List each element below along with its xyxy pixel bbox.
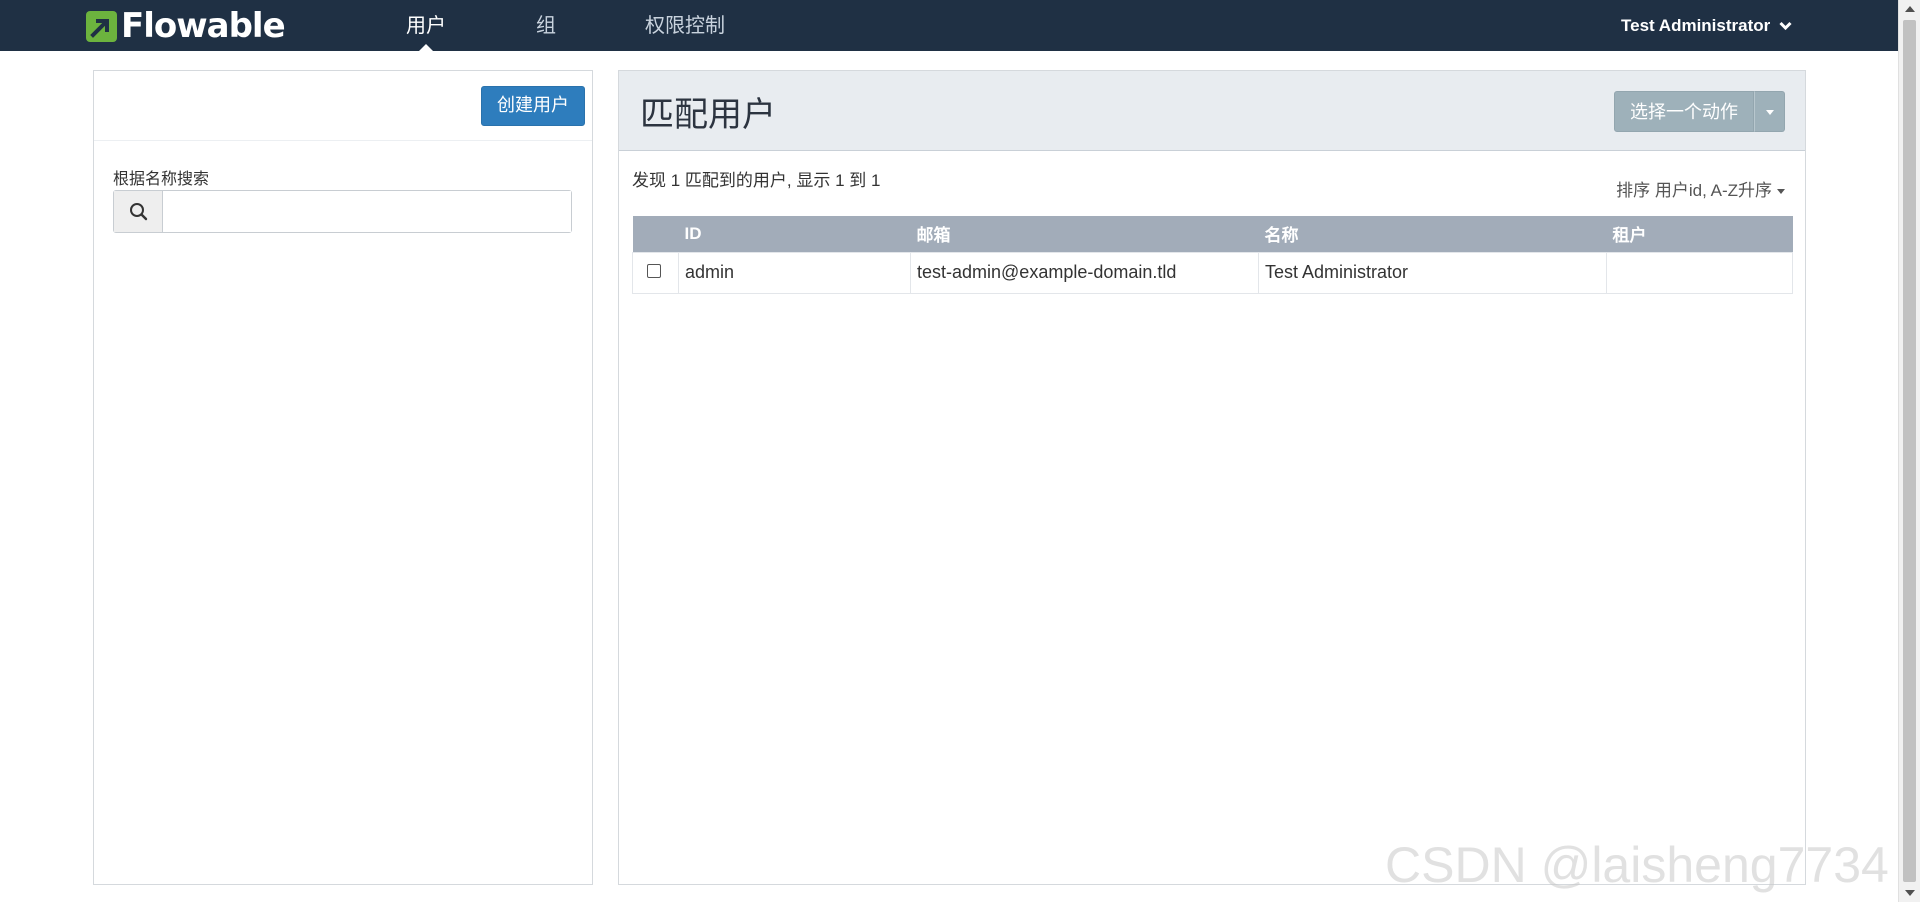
row-checkbox[interactable]	[647, 264, 661, 278]
tab-groups-label: 组	[536, 13, 556, 37]
chevron-down-icon	[1779, 2, 1792, 53]
search-icon	[114, 191, 163, 232]
header-name[interactable]: 名称	[1258, 216, 1607, 252]
user-menu-label: Test Administrator	[1621, 16, 1771, 35]
user-id-cell[interactable]: admin	[678, 251, 911, 294]
header-select	[632, 216, 679, 252]
search-input[interactable]	[163, 191, 571, 232]
result-count: 发现 1 匹配到的用户, 显示 1 到 1	[632, 171, 881, 190]
user-menu[interactable]: Test Administrator	[1621, 0, 1792, 51]
header-tenant[interactable]: 租户	[1606, 216, 1793, 252]
watermark: CSDN @laisheng7734	[1385, 837, 1889, 893]
top-navbar: Flowable 用户 组 权限控制 Test Administrator	[0, 0, 1898, 52]
flowable-logo[interactable]: Flowable	[86, 6, 286, 46]
tab-users[interactable]: 用户	[406, 0, 446, 52]
scroll-thumb[interactable]	[1903, 20, 1916, 882]
create-user-button[interactable]: 创建用户	[481, 86, 585, 126]
tab-privileges[interactable]: 权限控制	[645, 0, 725, 51]
sort-label: 排序 用户id, A-Z升序	[1616, 181, 1772, 200]
scroll-up-icon[interactable]	[1905, 6, 1915, 12]
action-dropdown: 选择一个动作	[1614, 91, 1785, 132]
filter-panel-toolbar: 创建用户	[94, 71, 592, 141]
header-id[interactable]: ID	[678, 216, 911, 252]
filter-panel: 创建用户 根据名称搜索	[93, 70, 593, 885]
users-panel-header: 匹配用户 选择一个动作	[619, 71, 1805, 151]
page-title: 匹配用户	[640, 95, 776, 135]
table-header-row: ID 邮箱 名称 租户	[632, 216, 1793, 252]
row-select-cell	[632, 251, 679, 294]
tab-users-label: 用户	[406, 13, 446, 37]
header-email[interactable]: 邮箱	[910, 216, 1259, 252]
tab-privileges-label: 权限控制	[645, 13, 725, 37]
search-group	[113, 190, 572, 233]
user-email-cell[interactable]: test-admin@example-domain.tld	[910, 251, 1259, 294]
logo-text: Flowable	[121, 6, 286, 46]
active-tab-indicator	[418, 44, 434, 52]
vertical-scrollbar[interactable]	[1898, 0, 1920, 902]
table-row[interactable]: admin test-admin@example-domain.tld Test…	[632, 251, 1793, 294]
caret-down-icon	[1777, 189, 1785, 195]
scroll-down-icon[interactable]	[1905, 890, 1915, 896]
select-action-button[interactable]: 选择一个动作	[1614, 91, 1754, 132]
user-name-cell[interactable]: Test Administrator	[1258, 251, 1607, 294]
users-table: ID 邮箱 名称 租户 admin test-admin@example-dom…	[632, 216, 1793, 294]
tab-groups[interactable]: 组	[536, 0, 556, 51]
sort-dropdown[interactable]: 排序 用户id, A-Z升序	[1616, 176, 1785, 201]
flowable-logo-icon	[86, 10, 117, 42]
users-panel: 匹配用户 选择一个动作 发现 1 匹配到的用户, 显示 1 到 1 排序 用户i…	[618, 70, 1806, 885]
action-caret-icon[interactable]	[1754, 91, 1785, 132]
search-label: 根据名称搜索	[113, 169, 210, 188]
user-tenant-cell[interactable]	[1606, 251, 1793, 294]
